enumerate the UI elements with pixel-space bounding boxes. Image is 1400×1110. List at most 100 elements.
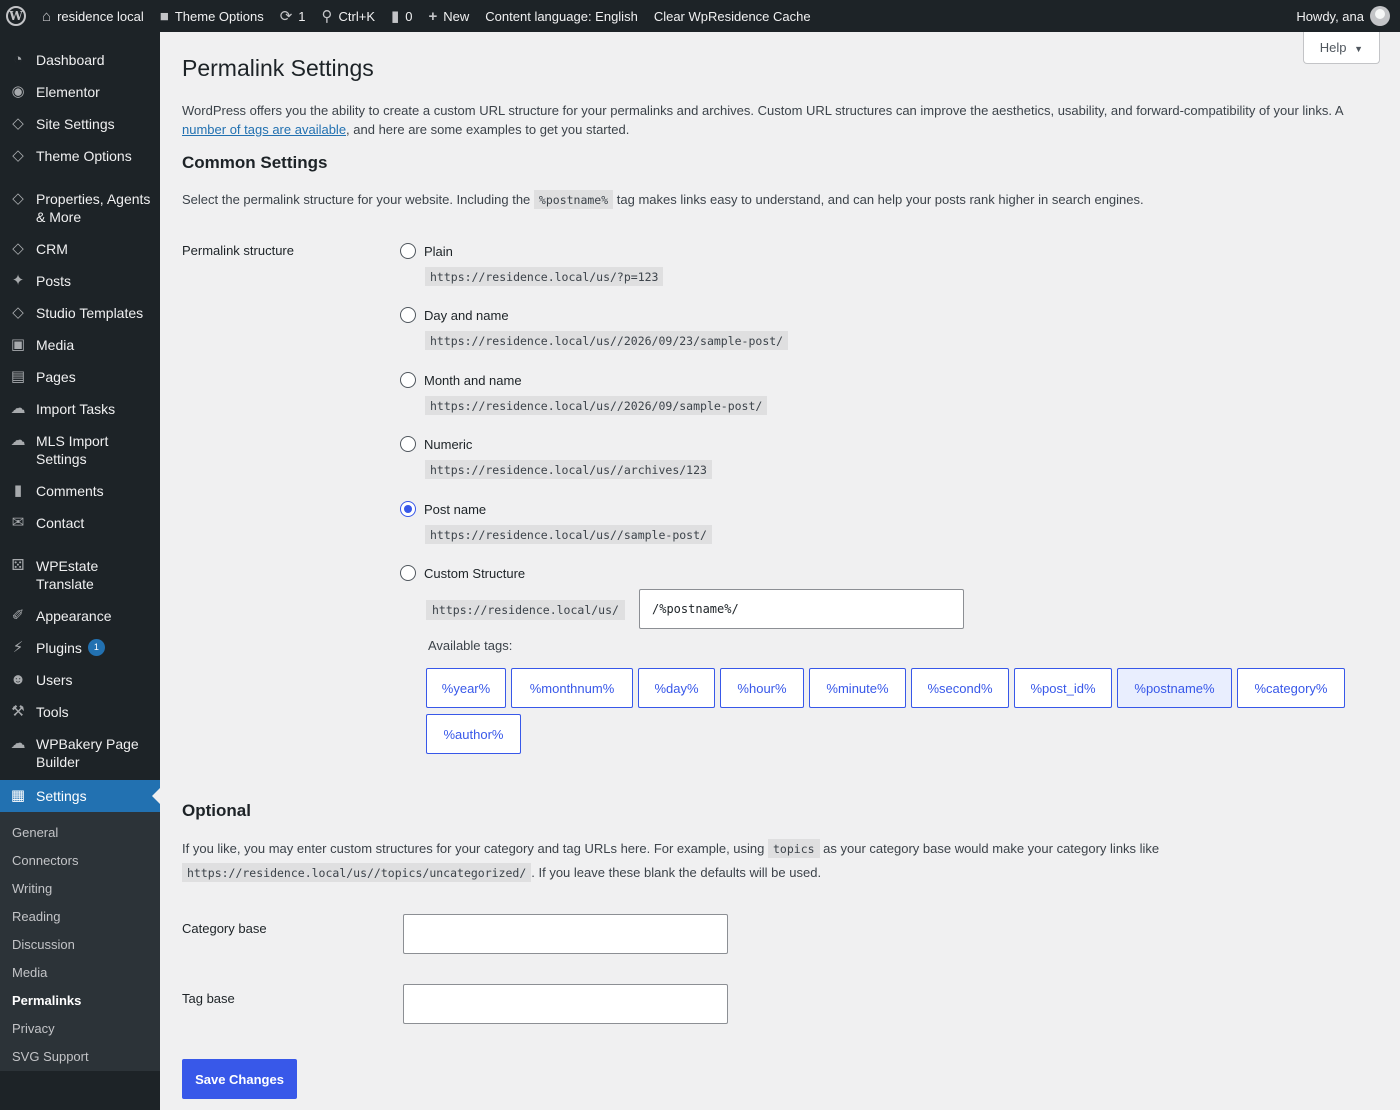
sidebar-item-label: MLS Import Settings xyxy=(36,433,109,467)
tag-button-day[interactable]: %day% xyxy=(638,668,715,708)
radio-button[interactable] xyxy=(400,307,416,323)
option-custom-structure: Custom Structure xyxy=(400,565,525,581)
admin-sidebar: ◔ Dashboard ◉ Elementor ◇ Site Settings ◇ Th… xyxy=(0,32,160,1110)
radio-post-name[interactable]: Post name xyxy=(400,501,712,517)
category-base-input[interactable] xyxy=(403,914,728,954)
sidebar-item-studio-templates[interactable]: ◇ Studio Templates xyxy=(0,297,160,329)
new-content-menu[interactable]: + New xyxy=(421,0,478,32)
settings-icon: ▦ xyxy=(10,787,26,804)
sidebar-item-tools[interactable]: ⚒ Tools xyxy=(0,696,160,728)
sidebar-item-mls-import[interactable]: ☁ MLS Import Settings xyxy=(0,425,160,475)
sidebar-item-contact[interactable]: ✉ Contact xyxy=(0,507,160,539)
radio-button[interactable] xyxy=(400,372,416,388)
radio-custom-structure[interactable]: Custom Structure xyxy=(400,565,525,581)
sidebar-item-label: Theme Options xyxy=(36,148,132,164)
optional-text-2: as your category base would make your ca… xyxy=(823,841,1160,856)
optional-text-3: . If you leave these blank the defaults … xyxy=(531,865,822,880)
tag-button-postname[interactable]: %postname% xyxy=(1117,668,1232,708)
submenu-writing[interactable]: Writing xyxy=(0,875,160,903)
comment-icon: ▮ xyxy=(391,7,400,25)
media-icon: ▣ xyxy=(10,336,26,353)
option-label: Plain xyxy=(424,243,453,259)
wordpress-logo-menu[interactable]: W xyxy=(0,0,34,32)
tag-button-monthnum[interactable]: %monthnum% xyxy=(511,668,633,708)
content-language-menu[interactable]: Content language: English xyxy=(477,0,646,32)
option-plain: Plain https://residence.local/us/?p=123 xyxy=(400,243,664,286)
radio-button[interactable] xyxy=(400,565,416,581)
sidebar-item-label: Plugins xyxy=(36,640,82,656)
sidebar-item-crm[interactable]: ◇ CRM xyxy=(0,233,160,265)
sidebar-item-appearance[interactable]: ✐ Appearance xyxy=(0,600,160,632)
sidebar-item-dashboard[interactable]: ◔ Dashboard xyxy=(0,44,160,76)
radio-month-and-name[interactable]: Month and name xyxy=(400,372,767,388)
updates-menu[interactable]: ⟳ 1 xyxy=(272,0,314,32)
sidebar-item-import-tasks[interactable]: ☁ Import Tasks xyxy=(0,393,160,425)
tag-base-input[interactable] xyxy=(403,984,728,1024)
radio-plain[interactable]: Plain xyxy=(400,243,663,259)
sidebar-item-label: WPBakery Page Builder xyxy=(36,736,139,770)
submenu-general[interactable]: General xyxy=(0,819,160,847)
option-label: Numeric xyxy=(424,436,473,452)
mail-icon: ✉ xyxy=(11,514,25,531)
submenu-connectors[interactable]: Connectors xyxy=(0,847,160,875)
save-changes-button[interactable]: Save Changes xyxy=(182,1059,297,1099)
radio-day-and-name[interactable]: Day and name xyxy=(400,307,788,323)
submenu-media[interactable]: Media xyxy=(0,959,160,987)
submenu-svg-support[interactable]: SVG Support xyxy=(0,1043,160,1071)
clear-cache-button[interactable]: Clear WpResidence Cache xyxy=(646,0,819,32)
sidebar-item-wpestate-translate[interactable]: ⚄ WPEstate Translate xyxy=(0,550,160,600)
my-account-menu[interactable]: Howdy, ana xyxy=(1288,0,1400,32)
tag-base-label: Tag base xyxy=(182,991,235,1006)
radio-button[interactable] xyxy=(400,436,416,452)
pin-icon: ✦ xyxy=(11,272,25,289)
submenu-discussion[interactable]: Discussion xyxy=(0,931,160,959)
option-example: https://residence.local/us//archives/123 xyxy=(425,460,712,479)
dashboard-icon: ◔ xyxy=(13,51,23,68)
tags-documentation-link[interactable]: number of tags are available xyxy=(182,122,346,137)
comment-icon: ▮ xyxy=(13,482,23,499)
common-text-1: Select the permalink structure for your … xyxy=(182,192,531,207)
radio-numeric[interactable]: Numeric xyxy=(400,436,712,452)
caret-down-icon: ▼ xyxy=(1354,44,1363,54)
sidebar-item-site-settings[interactable]: ◇ Site Settings xyxy=(0,108,160,140)
sidebar-item-posts[interactable]: ✦ Posts xyxy=(0,265,160,297)
translate-icon: ⚄ xyxy=(11,557,25,574)
sidebar-item-elementor[interactable]: ◉ Elementor xyxy=(0,76,160,108)
tag-button-post-id[interactable]: %post_id% xyxy=(1014,668,1112,708)
tag-button-hour[interactable]: %hour% xyxy=(720,668,804,708)
sidebar-item-wpbakery[interactable]: ☁ WPBakery Page Builder xyxy=(0,728,160,778)
option-example: https://residence.local/us//2026/09/samp… xyxy=(425,396,768,415)
site-name-menu[interactable]: ⌂ residence local xyxy=(34,0,152,32)
sidebar-item-properties[interactable]: ◇ Properties, Agents & More xyxy=(0,183,160,233)
radio-button-checked[interactable] xyxy=(400,501,416,517)
pages-icon: ▤ xyxy=(10,368,26,385)
intro-text-2: , and here are some examples to get you … xyxy=(346,122,630,137)
tag-button-year[interactable]: %year% xyxy=(426,668,506,708)
sidebar-item-comments[interactable]: ▮ Comments xyxy=(0,475,160,507)
help-tab-button[interactable]: Help ▼ xyxy=(1302,32,1380,64)
theme-options-label: Theme Options xyxy=(174,8,264,24)
submenu-privacy[interactable]: Privacy xyxy=(0,1015,160,1043)
submenu-permalinks[interactable]: Permalinks xyxy=(0,987,160,1015)
home-icon: ⌂ xyxy=(42,7,52,25)
option-label: Month and name xyxy=(424,372,522,388)
submenu-reading[interactable]: Reading xyxy=(0,903,160,931)
tag-button-minute[interactable]: %minute% xyxy=(809,668,906,708)
sidebar-item-media[interactable]: ▣ Media xyxy=(0,329,160,361)
tag-button-second[interactable]: %second% xyxy=(911,668,1009,708)
site-name: residence local xyxy=(57,8,144,24)
theme-options-menu[interactable]: ■ Theme Options xyxy=(152,0,272,32)
sidebar-item-label: CRM xyxy=(36,241,68,257)
tag-button-author[interactable]: %author% xyxy=(426,714,521,754)
comments-menu[interactable]: ▮ 0 xyxy=(383,0,421,32)
sidebar-item-plugins[interactable]: ⚡ Plugins 1 xyxy=(0,632,160,664)
sidebar-item-theme-options[interactable]: ◇ Theme Options xyxy=(0,140,160,172)
sidebar-item-label: Posts xyxy=(36,273,72,289)
custom-structure-input[interactable]: /%postname%/ xyxy=(639,589,964,629)
tag-button-category[interactable]: %category% xyxy=(1237,668,1345,708)
command-palette-button[interactable]: ⚲ Ctrl+K xyxy=(314,0,383,32)
sidebar-item-settings[interactable]: ▦ Settings xyxy=(0,780,160,812)
sidebar-item-users[interactable]: ☻ Users xyxy=(0,664,160,696)
radio-button[interactable] xyxy=(400,243,416,259)
sidebar-item-pages[interactable]: ▤ Pages xyxy=(0,361,160,393)
